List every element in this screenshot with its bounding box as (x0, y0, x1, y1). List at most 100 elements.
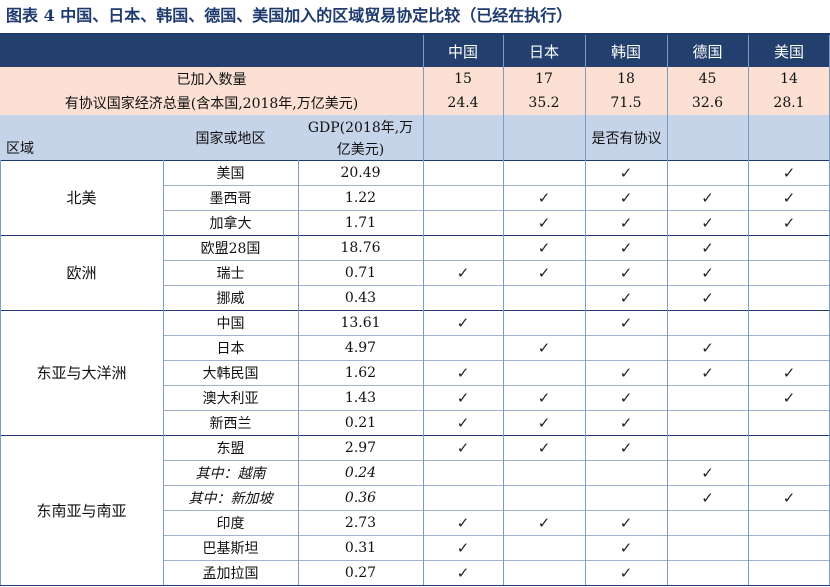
check-mark-icon: ✓ (782, 363, 796, 382)
column-divider (503, 35, 504, 585)
country-name: 孟加拉国 (202, 565, 259, 582)
country-name: 瑞士 (216, 265, 245, 282)
check-mark-icon: ✓ (537, 438, 551, 457)
check-mark-icon: ✓ (456, 313, 470, 332)
check-mark-icon: ✓ (456, 388, 470, 407)
count-value: 17 (535, 71, 553, 87)
country-header-4: 德国 (692, 42, 723, 61)
check-mark-icon: ✓ (619, 413, 633, 432)
gdp-value: 1.43 (344, 389, 377, 406)
check-mark-icon: ✓ (701, 338, 714, 357)
column-divider (298, 160, 299, 585)
gdp-value: 0.24 (344, 464, 377, 481)
check-mark-icon: ✓ (456, 363, 470, 382)
check-mark-icon: ✓ (619, 363, 633, 382)
country-header-3: 韩国 (610, 42, 641, 61)
figure-title: 图表 4 中国、日本、韩国、德国、美国加入的区域贸易协定比较（已经在执行） (6, 6, 573, 25)
check-mark-icon: ✓ (619, 188, 633, 207)
check-mark-icon: ✓ (782, 163, 796, 182)
check-mark-icon: ✓ (537, 213, 551, 232)
gdp-value: 2.97 (344, 439, 377, 456)
gdp-value: 18.76 (340, 239, 381, 256)
check-mark-icon: ✓ (456, 413, 470, 432)
check-mark-icon: ✓ (619, 563, 633, 582)
count-label: 已加入数量 (176, 72, 247, 88)
check-mark-icon: ✓ (701, 363, 714, 382)
country-name: 巴基斯坦 (202, 540, 259, 557)
gdp-value: 0.21 (344, 414, 377, 431)
check-mark-icon: ✓ (537, 238, 551, 257)
count-value: 15 (454, 71, 472, 87)
country-name: 新西兰 (209, 415, 252, 432)
country-header-1: 中国 (447, 42, 478, 61)
gdp-value: 1.62 (344, 364, 377, 381)
gdp-value: 0.36 (344, 489, 377, 506)
gdp-value: 4.97 (344, 339, 377, 356)
check-mark-icon: ✓ (782, 388, 796, 407)
column-divider (748, 35, 749, 585)
country-header-5: 美国 (773, 42, 804, 61)
check-mark-icon: ✓ (619, 538, 633, 557)
check-mark-icon: ✓ (537, 388, 551, 407)
gdp-value: 0.31 (344, 539, 377, 556)
column-divider (585, 35, 586, 585)
check-mark-icon: ✓ (456, 438, 470, 457)
gdp-total-value: 32.6 (691, 95, 724, 111)
region-name: 北美 (66, 189, 97, 207)
check-mark-icon: ✓ (701, 213, 714, 232)
region-name: 欧洲 (66, 264, 97, 282)
gdp-value: 1.71 (344, 214, 377, 231)
check-mark-icon: ✓ (456, 563, 470, 582)
country-name: 日本 (216, 340, 245, 357)
check-mark-icon: ✓ (619, 263, 633, 282)
gdp-value: 20.49 (340, 164, 381, 181)
group-divider (0, 585, 830, 586)
gdp-value: 1.22 (344, 189, 377, 206)
gdp-total-value: 35.2 (528, 95, 560, 111)
check-mark-icon: ✓ (701, 288, 714, 307)
column-divider (423, 35, 424, 585)
table-left-border (0, 160, 1, 585)
check-mark-icon: ✓ (782, 188, 796, 207)
agreement-column-header: 是否有协议 (591, 130, 662, 147)
column-divider (163, 160, 164, 585)
gdp-total-label: 有协议国家经济总量(含本国,2018年,万亿美元) (64, 96, 359, 112)
country-name: 加拿大 (209, 215, 252, 232)
gdp-total-value: 28.1 (773, 95, 805, 111)
gdp-column-header-line1: GDP(2018年,万 (307, 120, 414, 136)
country-name: 东盟 (216, 440, 245, 457)
check-mark-icon: ✓ (619, 163, 633, 182)
check-mark-icon: ✓ (456, 263, 470, 282)
check-mark-icon: ✓ (701, 488, 714, 507)
check-mark-icon: ✓ (619, 213, 633, 232)
gdp-column-header-line2: 亿美元) (336, 142, 385, 158)
country-column-header: 国家或地区 (195, 130, 266, 147)
check-mark-icon: ✓ (619, 288, 633, 307)
check-mark-icon: ✓ (537, 513, 551, 532)
gdp-total-value: 71.5 (610, 95, 642, 111)
country-header-2: 日本 (528, 42, 559, 61)
region-name: 东亚与大洋洲 (36, 364, 127, 382)
check-mark-icon: ✓ (619, 438, 633, 457)
check-mark-icon: ✓ (701, 238, 714, 257)
check-mark-icon: ✓ (537, 188, 551, 207)
check-mark-icon: ✓ (782, 213, 796, 232)
country-name: 美国 (216, 165, 245, 182)
check-mark-icon: ✓ (619, 513, 633, 532)
country-name: 欧盟28国 (200, 240, 261, 257)
check-mark-icon: ✓ (537, 263, 551, 282)
check-mark-icon: ✓ (701, 188, 714, 207)
check-mark-icon: ✓ (619, 313, 633, 332)
check-mark-icon: ✓ (456, 538, 470, 557)
count-value: 18 (617, 71, 635, 87)
country-name: 印度 (216, 515, 245, 532)
count-value: 45 (698, 71, 717, 87)
country-name: 中国 (216, 315, 245, 332)
country-name: 澳大利亚 (202, 390, 259, 407)
country-name: 墨西哥 (209, 190, 252, 207)
gdp-value: 0.43 (344, 289, 377, 306)
check-mark-icon: ✓ (619, 388, 633, 407)
gdp-value: 13.61 (340, 314, 381, 331)
country-name: 挪威 (216, 290, 245, 307)
check-mark-icon: ✓ (782, 488, 796, 507)
